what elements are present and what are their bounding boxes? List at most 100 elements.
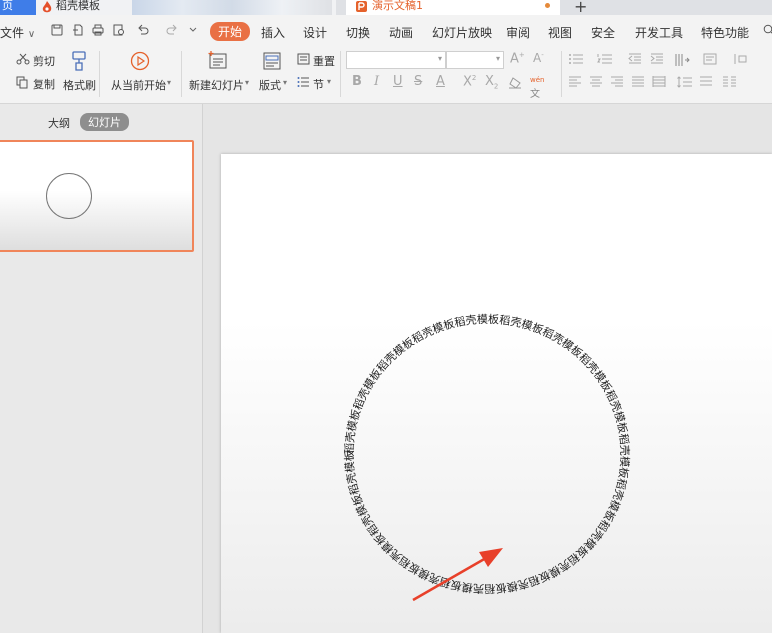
- menu-item-view[interactable]: 视图: [548, 24, 572, 41]
- play-from-current-label: 从当前开始: [111, 79, 166, 92]
- subscript-icon[interactable]: X2: [485, 74, 498, 91]
- tab-docer-label: 稻壳模板: [56, 0, 100, 12]
- tab-outline[interactable]: 大纲: [48, 115, 70, 131]
- new-slide-button[interactable]: 新建幻灯片 ▾: [189, 51, 251, 97]
- decrease-font-icon[interactable]: A-: [533, 51, 544, 65]
- undo-icon[interactable]: [137, 24, 149, 36]
- bullet-list-icon[interactable]: [568, 53, 584, 68]
- slide-thumbnail-panel: 大纲 幻灯片: [0, 104, 203, 633]
- chevron-down-icon: ▾: [167, 78, 172, 87]
- menu-item-security[interactable]: 安全: [591, 24, 615, 41]
- chevron-down-icon: ▾: [495, 54, 500, 63]
- play-icon: [130, 51, 150, 74]
- format-painter-button[interactable]: 格式刷: [63, 51, 96, 97]
- slide[interactable]: 稻壳模板稻壳模板稻壳模板稻壳模板稻壳模板稻壳模板稻壳模板稻壳模板稻壳模板稻壳模板…: [221, 154, 772, 633]
- distribute-icon[interactable]: [652, 76, 666, 91]
- ring-text[interactable]: 稻壳模板稻壳模板稻壳模板稻壳模板稻壳模板稻壳模板稻壳模板稻壳模板稻壳模板稻壳模板…: [221, 154, 632, 596]
- layout-label: 版式: [259, 79, 281, 92]
- copy-icon: [16, 76, 29, 92]
- slide-editor-canvas: 稻壳模板稻壳模板稻壳模板稻壳模板稻壳模板稻壳模板稻壳模板稻壳模板稻壳模板稻壳模板…: [203, 104, 772, 633]
- reset-icon: [297, 53, 310, 68]
- smartart-icon[interactable]: [733, 53, 749, 68]
- align-right-icon[interactable]: [610, 76, 624, 91]
- menu-item-design[interactable]: 设计: [303, 24, 327, 41]
- save-icon[interactable]: [51, 24, 63, 36]
- format-painter-label: 格式刷: [63, 79, 96, 92]
- tab-docer[interactable]: 稻壳模板: [36, 0, 336, 15]
- print-preview-icon[interactable]: [113, 24, 125, 36]
- thumbnail-circle-text: [46, 173, 92, 219]
- align-center-icon[interactable]: [589, 76, 603, 91]
- copy-label: 复制: [33, 78, 55, 91]
- divider: [340, 51, 341, 97]
- ring-text-path: 稻壳模板稻壳模板稻壳模板稻壳模板稻壳模板稻壳模板稻壳模板稻壳模板稻壳模板稻壳模板…: [221, 154, 632, 596]
- new-tab-button[interactable]: +: [574, 0, 587, 16]
- cut-label: 剪切: [33, 55, 55, 68]
- print-icon[interactable]: [92, 24, 104, 36]
- paragraph-spacing-icon[interactable]: [699, 76, 713, 91]
- increase-indent-icon[interactable]: [650, 53, 664, 68]
- clear-format-icon[interactable]: [508, 76, 522, 92]
- line-spacing-icon[interactable]: [677, 76, 693, 91]
- align-text-icon[interactable]: [703, 53, 719, 68]
- chevron-down-icon: ▾: [327, 77, 332, 86]
- numbered-list-icon[interactable]: [597, 53, 613, 68]
- tab-document-label: 演示文稿1: [372, 0, 423, 12]
- tab-home[interactable]: 页: [0, 0, 36, 15]
- reset-label: 重置: [313, 55, 335, 68]
- divider: [99, 51, 100, 97]
- font-size-combo[interactable]: ▾: [446, 51, 504, 69]
- play-from-current-button[interactable]: 从当前开始 ▾: [111, 51, 175, 97]
- chevron-down-icon: ▾: [245, 78, 250, 87]
- search-icon[interactable]: [763, 24, 772, 36]
- chevron-down-icon: ▾: [437, 54, 442, 63]
- menu-item-insert[interactable]: 插入: [261, 24, 285, 41]
- file-menu-label: 文件: [0, 26, 25, 40]
- tab-document[interactable]: 演示文稿1: [346, 0, 560, 15]
- section-icon: [297, 76, 310, 92]
- menu-item-transitions[interactable]: 切换: [346, 24, 370, 41]
- blurred-tab-area: [132, 0, 332, 15]
- justify-icon[interactable]: [631, 76, 645, 91]
- customize-toolbar-icon[interactable]: [188, 24, 200, 36]
- phonetic-guide-icon[interactable]: wén 文: [530, 74, 544, 100]
- tab-bar: 页 稻壳模板 演示文稿1 +: [0, 0, 772, 16]
- slide-content: 稻壳模板稻壳模板稻壳模板稻壳模板稻壳模板稻壳模板稻壳模板稻壳模板稻壳模板稻壳模板…: [221, 154, 632, 602]
- docer-flame-icon: [42, 1, 52, 16]
- layout-button[interactable]: 版式 ▾: [259, 51, 289, 97]
- increase-font-icon[interactable]: A+: [510, 51, 525, 66]
- new-slide-label: 新建幻灯片: [189, 79, 244, 92]
- align-left-icon[interactable]: [568, 76, 582, 91]
- font-color-icon[interactable]: A: [436, 74, 445, 89]
- text-direction-icon[interactable]: [674, 53, 692, 70]
- file-menu[interactable]: 文件 ∨: [0, 24, 35, 41]
- menu-item-slideshow[interactable]: 幻灯片放映: [432, 24, 492, 41]
- menu-item-review[interactable]: 审阅: [506, 24, 530, 41]
- scissors-icon: [16, 53, 30, 68]
- divider: [181, 51, 182, 97]
- redo-icon[interactable]: [166, 24, 178, 36]
- unsaved-indicator: [545, 3, 550, 8]
- decrease-indent-icon[interactable]: [628, 53, 642, 68]
- superscript-icon[interactable]: X2: [463, 74, 476, 89]
- italic-icon[interactable]: I: [374, 74, 379, 89]
- format-painter-icon: [70, 51, 88, 74]
- column-icon[interactable]: [722, 76, 738, 91]
- strikethrough-icon[interactable]: S: [414, 74, 422, 89]
- font-family-combo[interactable]: ▾: [346, 51, 446, 69]
- bold-icon[interactable]: B: [352, 74, 362, 89]
- tab-slides[interactable]: 幻灯片: [80, 113, 129, 131]
- menu-item-features[interactable]: 特色功能: [701, 24, 749, 41]
- layout-icon: [262, 51, 282, 74]
- export-pdf-icon[interactable]: [72, 24, 84, 36]
- divider: [561, 51, 562, 97]
- chevron-down-icon: ∨: [27, 29, 36, 40]
- menu-item-start[interactable]: 开始: [210, 22, 251, 41]
- menu-item-developer[interactable]: 开发工具: [635, 24, 683, 41]
- menu-bar: 文件 ∨ 开始 插入 设计 切换 动画 幻灯片放映 审阅 视图 安全 开发工具 …: [0, 15, 772, 47]
- slide-thumbnail-1[interactable]: [0, 140, 194, 252]
- chevron-down-icon: ▾: [283, 78, 288, 87]
- ribbon-toolbar: 剪切 复制 格式刷 从当前开始 ▾ 新建幻灯片 ▾ 版式 ▾ 重置 节 ▾ ▾: [0, 47, 772, 104]
- underline-icon[interactable]: U: [393, 74, 403, 89]
- menu-item-animation[interactable]: 动画: [389, 24, 413, 41]
